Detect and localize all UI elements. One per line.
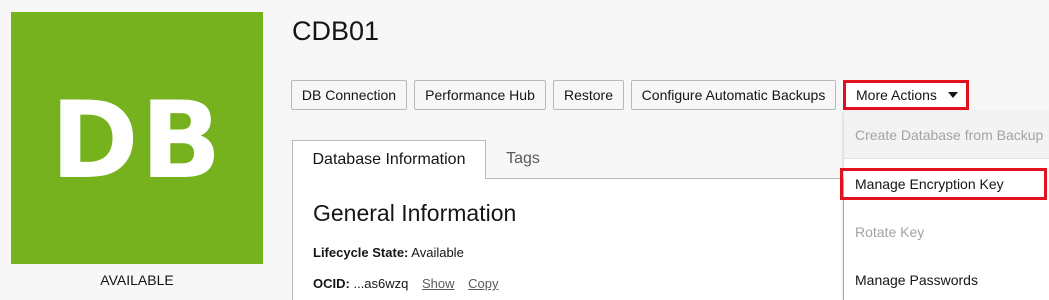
section-title: General Information [313,200,517,226]
performance-hub-button[interactable]: Performance Hub [414,80,546,110]
restore-button[interactable]: Restore [553,80,624,110]
database-status: AVAILABLE [100,272,174,288]
more-actions-label: More Actions [856,87,937,103]
database-details-page: DB AVAILABLE CDB01 DB Connection Perform… [0,0,1049,300]
menu-item-manage-passwords[interactable]: Manage Passwords [844,256,1049,300]
db-connection-button[interactable]: DB Connection [291,80,407,110]
tab-database-information[interactable]: Database Information [292,140,486,179]
ocid-copy-link[interactable]: Copy [468,276,498,291]
ocid-label: OCID: [313,276,350,291]
more-actions-button[interactable]: More Actions [843,80,969,110]
database-icon-tile: DB [11,12,263,264]
tab-tags[interactable]: Tags [486,140,560,178]
more-actions-menu: Create Database from Backup Manage Encry… [840,111,1049,300]
database-information-panel: General Information Lifecycle State: Ava… [292,178,844,300]
ocid-value: ...as6wzq [353,276,409,291]
database-initials: DB [50,79,224,202]
menu-item-manage-encryption-key[interactable]: Manage Encryption Key [840,168,1047,200]
ocid-show-link[interactable]: Show [422,276,455,291]
ocid-row: OCID: ...as6wzq Show Copy [313,276,499,291]
lifecycle-state-label: Lifecycle State: [313,245,409,260]
menu-divider [844,158,1049,159]
lifecycle-state-value: Available [411,245,464,260]
page-title: CDB01 [292,16,380,46]
lifecycle-state-row: Lifecycle State: Available [313,245,464,260]
configure-automatic-backups-button[interactable]: Configure Automatic Backups [631,80,836,110]
menu-item-rotate-key[interactable]: Rotate Key [844,208,1049,255]
caret-down-icon [947,92,958,98]
menu-item-create-database-from-backup[interactable]: Create Database from Backup [844,111,1049,158]
